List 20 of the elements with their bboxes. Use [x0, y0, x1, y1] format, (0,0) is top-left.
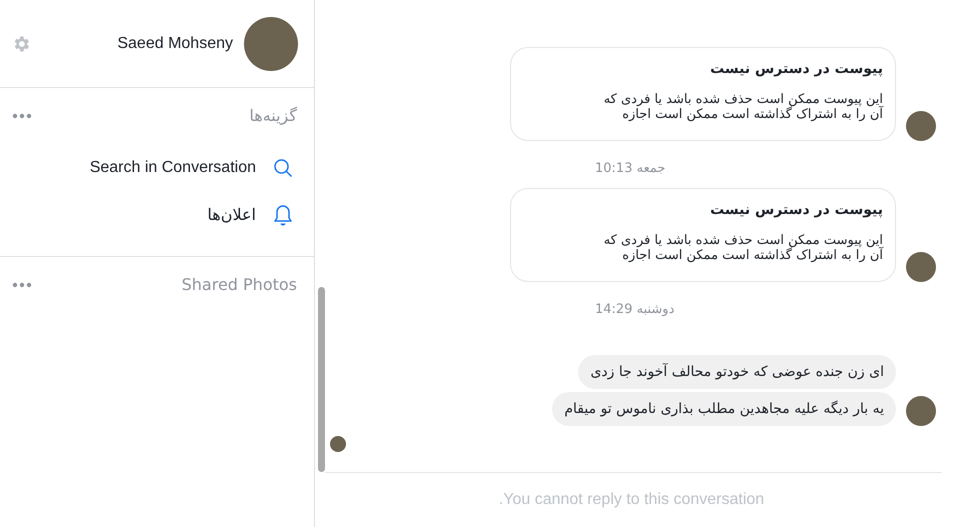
cannot-reply-notice: .You cannot reply to this conversation: [498, 490, 766, 510]
more-options-icon[interactable]: [12, 113, 32, 119]
attachment-title: پیوست در دسترس نیست: [710, 60, 883, 79]
attachment-title: پیوست در دسترس نیست: [710, 201, 883, 220]
more-options-icon[interactable]: [12, 282, 32, 288]
profile-name: Saeed Mohseny: [117, 34, 233, 54]
avatar: [244, 16, 298, 70]
section-title: گزینه‌ها: [249, 105, 297, 127]
attachment-message: این پیوست ممکن است حذف شده باشد یا فردی که آن را به اشتراک گذاشته است ممکن است اجازه: [604, 233, 883, 263]
sidebar-item[interactable]: اعلان‌ها: [207, 202, 293, 226]
scrollbar-thumb[interactable]: [318, 287, 325, 472]
message-bubble: یه بار دیگه علیه مجاهدین مطلب بذاری ناموس تو میقام: [552, 392, 896, 426]
timestamp: دوشنبه 14:29: [595, 300, 674, 319]
attachment-message: این پیوست ممکن است حذف شده باشد یا فردی که آن را به اشتراک گذاشته است ممکن است اجازه: [604, 92, 883, 122]
sidebar-item[interactable]: Search in Conversation: [90, 156, 293, 180]
timestamp: جمعه 10:13: [595, 160, 666, 178]
section-title: Shared Photos: [182, 274, 297, 296]
message-bubble: ای زن جنده عوضی که خودتو محالف آخوند جا زدی: [578, 355, 896, 389]
search-icon: [273, 158, 293, 178]
bell-icon: [273, 204, 293, 226]
